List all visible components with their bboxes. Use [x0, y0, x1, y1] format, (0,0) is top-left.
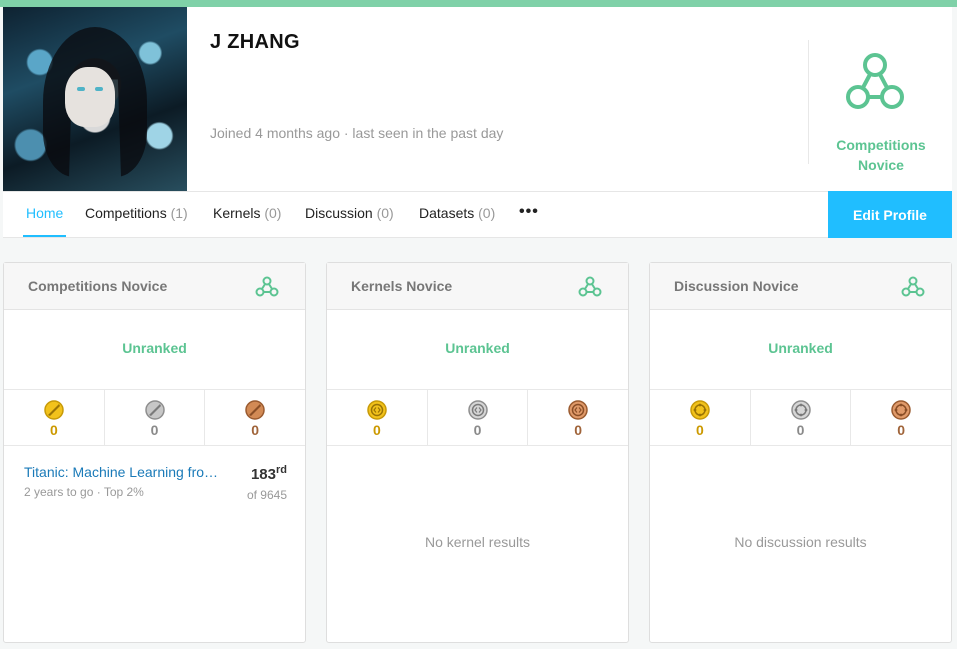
tab-discussion-count: (0): [376, 205, 394, 221]
tab-kernels-label: Kernels: [213, 205, 261, 221]
tab-discussion[interactable]: Discussion (0): [305, 192, 394, 237]
rank-area: Unranked: [327, 310, 628, 390]
gold-discussion-medal-icon: [690, 400, 710, 420]
competition-subtitle: 2 years to go · Top 2%: [24, 485, 144, 499]
profile-nav: Home Competitions (1) Kernels (0) Discus…: [3, 191, 952, 238]
bronze-discussion-medal-icon: [891, 400, 911, 420]
tab-datasets[interactable]: Datasets (0): [419, 192, 495, 237]
gold-medal-cell: 0: [650, 390, 751, 445]
rank-status: Unranked: [768, 340, 833, 356]
tier-label-line2: Novice: [858, 157, 904, 173]
competitions-card: Competitions Novice Unranked 0 0 0 Titan…: [3, 262, 306, 643]
competition-rank: 183rd: [251, 464, 287, 483]
discussion-card: Discussion Novice Unranked 0 0 0 No disc…: [649, 262, 952, 643]
card-header: Kernels Novice: [327, 263, 628, 310]
gold-medal-icon: [44, 400, 64, 420]
gold-kernel-medal-icon: [367, 400, 387, 420]
silver-medal-icon: [144, 400, 165, 420]
tab-kernels[interactable]: Kernels (0): [213, 192, 281, 237]
bronze-medal-icon: [245, 400, 265, 420]
top-accent-bar: [0, 0, 957, 7]
rank-status: Unranked: [122, 340, 187, 356]
empty-discussion-message: No discussion results: [734, 534, 867, 550]
medal-summary: 0 0 0: [327, 390, 628, 446]
novice-tier-icon: [578, 276, 602, 297]
tab-home[interactable]: Home: [23, 192, 67, 237]
tab-competitions-label: Competitions: [85, 205, 167, 221]
novice-tier-icon: [901, 276, 925, 297]
gold-medal-count: 0: [372, 422, 381, 438]
gold-medal-count: 0: [49, 422, 58, 438]
tab-competitions-count: (1): [170, 205, 188, 221]
card-title: Competitions Novice: [28, 278, 168, 294]
bronze-kernel-medal-icon: [568, 400, 588, 420]
bronze-medal-count: 0: [574, 422, 583, 438]
silver-medal-count: 0: [473, 422, 482, 438]
medal-summary: 0 0 0: [4, 390, 305, 446]
competition-title-link[interactable]: Titanic: Machine Learning from Disaster: [24, 464, 220, 480]
empty-kernels-message: No kernel results: [424, 534, 531, 550]
card-header: Discussion Novice: [650, 263, 951, 310]
silver-medal-cell: 0: [751, 390, 852, 445]
bronze-medal-cell: 0: [528, 390, 628, 445]
profile-header: J ZHANG Joined 4 months ago · last seen …: [3, 7, 952, 191]
competition-total: of 9645: [246, 488, 287, 502]
tab-home-label: Home: [26, 205, 64, 221]
kernels-card: Kernels Novice Unranked 0 0 0 No kernel …: [326, 262, 629, 643]
medal-summary: 0 0 0: [650, 390, 951, 446]
bronze-medal-cell: 0: [851, 390, 951, 445]
bronze-medal-count: 0: [251, 422, 260, 438]
user-meta: Joined 4 months ago · last seen in the p…: [210, 125, 504, 141]
silver-medal-count: 0: [796, 422, 805, 438]
tier-label-line1: Competitions: [836, 137, 926, 153]
edit-profile-button[interactable]: Edit Profile: [828, 191, 952, 238]
card-header: Competitions Novice: [4, 263, 305, 310]
more-menu-icon[interactable]: •••: [519, 192, 539, 237]
silver-medal-cell: 0: [105, 390, 206, 445]
tab-kernels-count: (0): [264, 205, 282, 221]
gold-medal-cell: 0: [327, 390, 428, 445]
rank-area: Unranked: [4, 310, 305, 390]
competition-rank-suffix: rd: [276, 464, 287, 476]
rank-status: Unranked: [445, 340, 510, 356]
novice-tier-icon: [846, 53, 904, 109]
silver-discussion-medal-icon: [790, 400, 811, 420]
silver-medal-count: 0: [150, 422, 159, 438]
gold-medal-cell: 0: [4, 390, 105, 445]
card-title: Discussion Novice: [674, 278, 799, 294]
competition-rank-value: 183: [250, 466, 276, 483]
tab-datasets-label: Datasets: [419, 205, 475, 221]
rank-area: Unranked: [650, 310, 951, 390]
tab-datasets-count: (0): [478, 205, 496, 221]
silver-kernel-medal-icon: [467, 400, 488, 420]
novice-tier-icon: [255, 276, 279, 297]
competition-entry[interactable]: Titanic: Machine Learning from Disaster …: [4, 446, 305, 506]
gold-medal-count: 0: [695, 422, 704, 438]
user-name: J ZHANG: [210, 31, 300, 53]
tab-discussion-label: Discussion: [305, 205, 373, 221]
card-title: Kernels Novice: [351, 278, 453, 294]
bronze-medal-cell: 0: [205, 390, 305, 445]
avatar[interactable]: [3, 7, 187, 191]
bronze-medal-count: 0: [897, 422, 906, 438]
silver-medal-cell: 0: [428, 390, 529, 445]
tab-competitions[interactable]: Competitions (1): [85, 192, 188, 237]
tier-label: Competitions Novice: [809, 135, 953, 175]
